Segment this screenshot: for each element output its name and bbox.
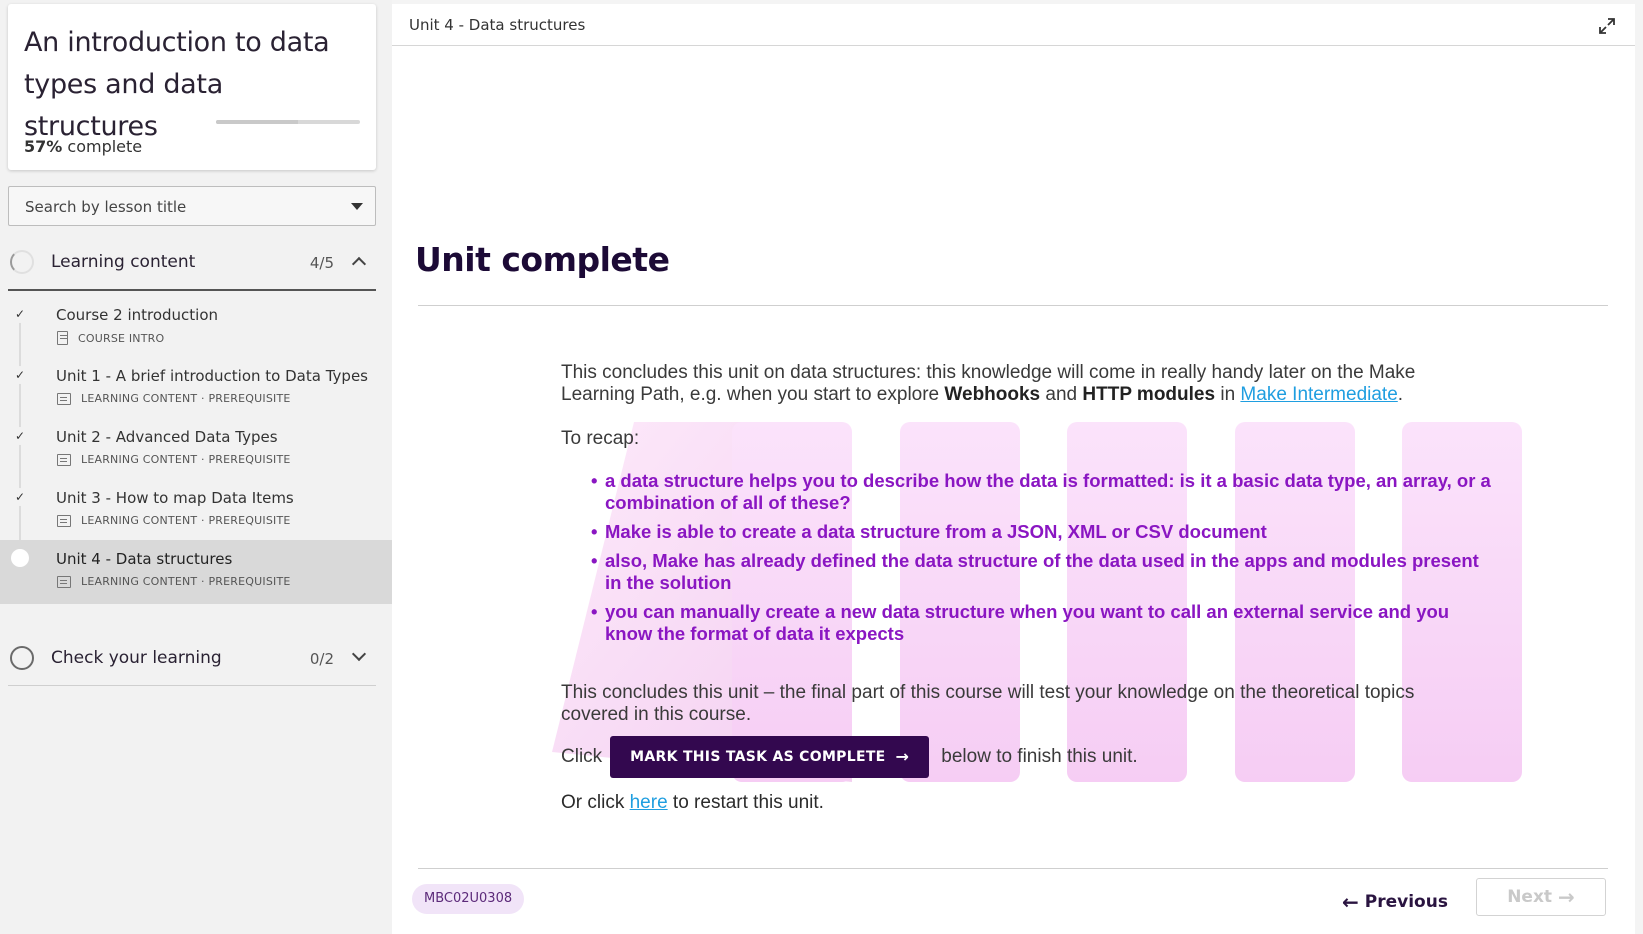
list-item: also, Make has already defined the data … bbox=[591, 550, 1491, 594]
intro-text: and bbox=[1040, 384, 1083, 405]
mark-complete-row: Click MARK THIS TASK AS COMPLETE → below… bbox=[561, 736, 1138, 778]
progress-percent: 57% bbox=[24, 137, 63, 156]
course-progress-fill bbox=[216, 120, 299, 124]
section-check-your-learning[interactable]: Check your learning 0/2 bbox=[8, 631, 376, 686]
recap-list: a data structure helps you to describe h… bbox=[591, 470, 1491, 652]
document-icon bbox=[57, 331, 68, 345]
slides-icon bbox=[57, 514, 71, 527]
previous-button[interactable]: ← Previous bbox=[1342, 884, 1448, 920]
lesson-title: Unit 2 - Advanced Data Types bbox=[56, 428, 278, 446]
intro-paragraph: This concludes this unit on data structu… bbox=[561, 362, 1461, 406]
caret-down-icon bbox=[351, 203, 363, 210]
check-icon: ✓ bbox=[11, 305, 29, 323]
check-icon: ✓ bbox=[11, 366, 29, 384]
progress-ring-icon bbox=[10, 646, 34, 670]
lesson-code-badge: MBC02U0308 bbox=[412, 884, 525, 914]
intro-bold-webhooks: Webhooks bbox=[944, 384, 1041, 405]
page-title: Unit complete bbox=[415, 240, 670, 279]
lesson-meta: COURSE INTRO bbox=[57, 331, 164, 345]
lesson-meta: LEARNING CONTENT · PREREQUISITE bbox=[57, 453, 291, 466]
click-label: Click bbox=[561, 746, 603, 767]
lesson-item-active[interactable]: Unit 4 - Data structures LEARNING CONTEN… bbox=[0, 540, 392, 604]
incomplete-dot-icon bbox=[11, 549, 29, 567]
lesson-type: LEARNING CONTENT · PREREQUISITE bbox=[81, 392, 291, 405]
make-intermediate-link[interactable]: Make Intermediate bbox=[1240, 384, 1397, 405]
check-icon: ✓ bbox=[11, 488, 29, 506]
check-icon: ✓ bbox=[11, 427, 29, 445]
restart-text: to restart this unit. bbox=[667, 792, 824, 813]
recap-label: To recap: bbox=[561, 428, 640, 449]
list-item: a data structure helps you to describe h… bbox=[591, 470, 1491, 514]
next-button[interactable]: Next → bbox=[1476, 878, 1606, 916]
list-item: Make is able to create a data structure … bbox=[591, 521, 1491, 543]
restart-link[interactable]: here bbox=[630, 792, 668, 813]
progress-ring-icon bbox=[10, 250, 34, 274]
slides-icon bbox=[57, 392, 71, 405]
section-count: 4/5 bbox=[309, 254, 334, 272]
breadcrumb: Unit 4 - Data structures bbox=[409, 16, 586, 34]
lesson-title: Course 2 introduction bbox=[56, 306, 219, 324]
intro-text: . bbox=[1397, 384, 1404, 405]
lesson-content-panel: Unit 4 - Data structures Unit complete T… bbox=[392, 4, 1635, 934]
course-title: An introduction to data types and data s… bbox=[24, 27, 330, 142]
mark-button-label: MARK THIS TASK AS COMPLETE bbox=[630, 749, 886, 765]
course-card: An introduction to data types and data s… bbox=[8, 4, 376, 170]
lesson-item[interactable]: ✓ Unit 3 - How to map Data Items LEARNIN… bbox=[0, 479, 392, 543]
lesson-search-placeholder: Search by lesson title bbox=[25, 198, 187, 216]
course-progress-bar bbox=[216, 120, 360, 124]
lesson-meta: LEARNING CONTENT · PREREQUISITE bbox=[57, 392, 291, 405]
slides-icon bbox=[57, 453, 71, 466]
section-title: Check your learning bbox=[51, 648, 222, 668]
course-progress-text: 57% complete bbox=[24, 137, 142, 156]
lesson-meta: LEARNING CONTENT · PREREQUISITE bbox=[57, 514, 291, 527]
chevron-down-icon[interactable] bbox=[351, 646, 367, 662]
lesson-type: LEARNING CONTENT · PREREQUISITE bbox=[81, 575, 291, 588]
section-title: Learning content bbox=[51, 252, 196, 272]
lesson-item[interactable]: ✓ Unit 1 - A brief introduction to Data … bbox=[0, 357, 392, 421]
lesson-title: Unit 1 - A brief introduction to Data Ty… bbox=[56, 367, 368, 385]
intro-text: in bbox=[1215, 384, 1241, 405]
mark-task-complete-button[interactable]: MARK THIS TASK AS COMPLETE → bbox=[610, 736, 930, 778]
restart-paragraph: Or click here to restart this unit. bbox=[561, 792, 824, 814]
next-label: Next bbox=[1507, 887, 1553, 907]
chevron-up-icon[interactable] bbox=[351, 256, 367, 272]
finish-label: below to finish this unit. bbox=[941, 746, 1138, 767]
lesson-search-select[interactable]: Search by lesson title bbox=[8, 186, 376, 226]
slides-icon bbox=[57, 575, 71, 588]
lesson-item[interactable]: ✓ Unit 2 - Advanced Data Types LEARNING … bbox=[0, 418, 392, 482]
arrow-right-icon: → bbox=[895, 747, 910, 766]
conclusion-paragraph: This concludes this unit – the final par… bbox=[561, 682, 1415, 725]
section-count: 0/2 bbox=[309, 650, 334, 668]
section-learning-content[interactable]: Learning content 4/5 bbox=[8, 235, 376, 291]
lesson-title: Unit 4 - Data structures bbox=[56, 550, 233, 568]
lesson-type: COURSE INTRO bbox=[78, 331, 165, 345]
footer-divider bbox=[418, 868, 1608, 869]
lesson-title: Unit 3 - How to map Data Items bbox=[56, 489, 294, 507]
course-sidebar: An introduction to data types and data s… bbox=[0, 0, 392, 934]
restart-text: Or click bbox=[561, 792, 630, 813]
lesson-type: LEARNING CONTENT · PREREQUISITE bbox=[81, 514, 291, 527]
lesson-item[interactable]: ✓ Course 2 introduction COURSE INTRO bbox=[0, 296, 392, 360]
arrow-right-icon: → bbox=[1558, 885, 1575, 909]
title-divider bbox=[418, 305, 1608, 306]
previous-label: Previous bbox=[1364, 892, 1448, 912]
list-item: you can manually create a new data struc… bbox=[591, 601, 1491, 645]
lesson-type: LEARNING CONTENT · PREREQUISITE bbox=[81, 453, 291, 466]
arrow-left-icon: ← bbox=[1342, 890, 1359, 914]
expand-icon[interactable] bbox=[1597, 16, 1617, 36]
content-header: Unit 4 - Data structures bbox=[392, 4, 1635, 46]
intro-bold-http: HTTP modules bbox=[1082, 384, 1216, 405]
lesson-meta: LEARNING CONTENT · PREREQUISITE bbox=[57, 575, 291, 588]
progress-suffix: complete bbox=[67, 137, 143, 156]
